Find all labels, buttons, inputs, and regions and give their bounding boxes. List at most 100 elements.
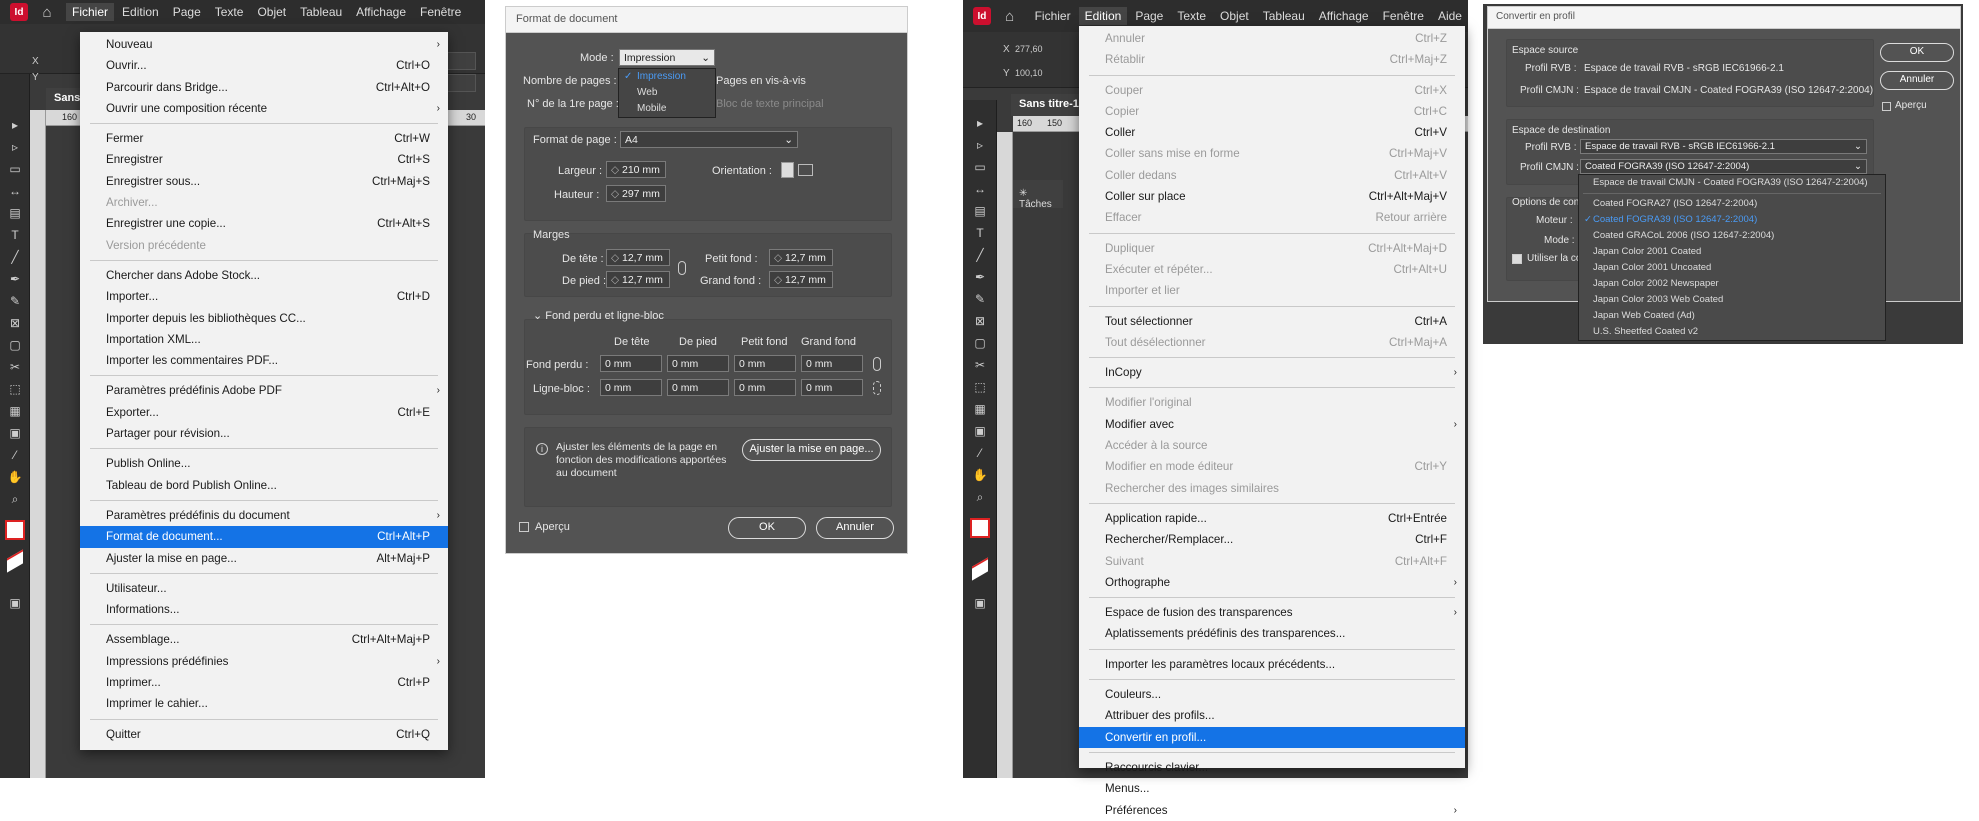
use-checkbox[interactable]	[1512, 254, 1522, 264]
view-mode-icon[interactable]: ▣	[963, 592, 997, 614]
line-tool-icon[interactable]: ╱	[0, 246, 30, 268]
type-tool-icon[interactable]: T	[963, 222, 997, 244]
menu-item-couleurs[interactable]: Couleurs...	[1079, 684, 1465, 705]
profile-option[interactable]: Coated GRACoL 2006 (ISO 12647-2:2004)	[1579, 228, 1885, 244]
note-tool-icon[interactable]: ▣	[0, 422, 30, 444]
bleed-top-input[interactable]: 0 mm	[600, 355, 662, 372]
x-coord-value[interactable]: 277,60	[1015, 44, 1043, 54]
slug-outside-input[interactable]: 0 mm	[801, 379, 863, 396]
menu-aide[interactable]: Aide	[1432, 7, 1468, 25]
width-input[interactable]: ◇ 210 mm	[606, 161, 666, 178]
menu-item-chercher-dans-adobe-stock[interactable]: Chercher dans Adobe Stock...	[80, 265, 448, 286]
type-tool-icon[interactable]: T	[0, 224, 30, 246]
menu-item-exporter[interactable]: Exporter... Ctrl+E	[80, 402, 448, 423]
fill-stroke-icon[interactable]	[963, 508, 997, 548]
menu-item-importation-xml[interactable]: Importation XML...	[80, 329, 448, 350]
content-collector-icon[interactable]: ▤	[0, 202, 30, 224]
menu-item-ajuster-la-mise-en-page[interactable]: Ajuster la mise en page... Alt+Maj+P	[80, 548, 448, 569]
dest-cmyk-select[interactable]: Coated FOGRA39 (ISO 12647-2:2004) ⌄	[1580, 159, 1867, 174]
home-icon[interactable]: ⌂	[1001, 7, 1019, 25]
mode-option-web[interactable]: Web	[619, 85, 715, 101]
profile-option[interactable]: Japan Web Coated (Ad)	[1579, 308, 1885, 324]
direct-selection-icon[interactable]: ▹	[0, 136, 30, 158]
gradient-tool-icon[interactable]: ▦	[0, 400, 30, 422]
menu-item-enregistrer-sous[interactable]: Enregistrer sous... Ctrl+Maj+S	[80, 171, 448, 192]
menu-item-informations[interactable]: Informations...	[80, 599, 448, 620]
profile-option[interactable]: Japan Color 2003 Web Coated	[1579, 292, 1885, 308]
mode-option-mobile[interactable]: Mobile	[619, 101, 715, 117]
menu-item-importer-les-parametres-locaux-precedents[interactable]: Importer les paramètres locaux précédent…	[1079, 654, 1465, 675]
menu-item-fermer[interactable]: Fermer Ctrl+W	[80, 128, 448, 149]
eyedropper-tool-icon[interactable]: ⁄	[0, 444, 30, 466]
scissors-tool-icon[interactable]: ✂	[0, 356, 30, 378]
menu-objet[interactable]: Objet	[1214, 7, 1255, 25]
height-input[interactable]: ◇ 297 mm	[606, 185, 666, 202]
gap-tool-icon[interactable]: ↔	[0, 180, 30, 202]
apply-none-icon[interactable]	[963, 557, 997, 581]
menu-item-format-de-document[interactable]: Format de document... Ctrl+Alt+P	[80, 526, 448, 548]
menu-item-preferences[interactable]: Préférences ›	[1079, 800, 1465, 821]
eyedropper-tool-icon[interactable]: ⁄	[963, 442, 997, 464]
hand-tool-icon[interactable]: ✋	[963, 464, 997, 486]
rectangle-tool-icon[interactable]: ▢	[0, 334, 30, 356]
menu-item-imprimer-le-cahier[interactable]: Imprimer le cahier...	[80, 693, 448, 714]
view-mode-icon[interactable]: ▣	[0, 592, 30, 614]
menu-fenetre[interactable]: Fenêtre	[414, 3, 467, 21]
chevron-down-icon[interactable]: ⌄	[533, 310, 545, 322]
menu-item-imprimer[interactable]: Imprimer... Ctrl+P	[80, 672, 448, 693]
pencil-tool-icon[interactable]: ✎	[963, 288, 997, 310]
link-bleed-icon[interactable]	[873, 357, 881, 371]
direct-selection-icon[interactable]: ▹	[963, 134, 997, 156]
menu-edition[interactable]: Edition	[116, 3, 165, 21]
gradient-tool-icon[interactable]: ▦	[963, 398, 997, 420]
transform-tool-icon[interactable]: ⬚	[0, 378, 30, 400]
mode-select[interactable]: Impression ⌄	[619, 49, 715, 66]
bleed-bottom-input[interactable]: 0 mm	[667, 355, 729, 372]
ok-button[interactable]: OK	[1880, 43, 1954, 62]
cancel-button[interactable]: Annuler	[816, 517, 894, 539]
menu-item-coller[interactable]: Coller Ctrl+V	[1079, 122, 1465, 143]
gap-tool-icon[interactable]: ↔	[963, 178, 997, 200]
bottom-margin-input[interactable]: ◇ 12,7 mm	[606, 271, 670, 288]
menu-item-tableau-de-bord-publish-online[interactable]: Tableau de bord Publish Online...	[80, 475, 448, 496]
landscape-icon[interactable]	[798, 164, 813, 176]
bleed-outside-input[interactable]: 0 mm	[801, 355, 863, 372]
note-tool-icon[interactable]: ▣	[963, 420, 997, 442]
slug-inside-input[interactable]: 0 mm	[734, 379, 796, 396]
transform-tool-icon[interactable]: ⬚	[963, 376, 997, 398]
menu-item-enregistrer[interactable]: Enregistrer Ctrl+S	[80, 149, 448, 170]
profile-option[interactable]: ✓ Coated FOGRA39 (ISO 12647-2:2004)	[1579, 212, 1885, 228]
fill-stroke-icon[interactable]	[0, 510, 30, 550]
menu-item-parcourir-dans-bridge[interactable]: Parcourir dans Bridge... Ctrl+Alt+O	[80, 77, 448, 98]
menu-item-convertir-en-profil[interactable]: Convertir en profil...	[1079, 726, 1465, 748]
menu-page[interactable]: Page	[1129, 7, 1169, 25]
menu-item-utilisateur[interactable]: Utilisateur...	[80, 578, 448, 599]
link-margins-icon[interactable]	[678, 261, 686, 275]
preview-checkbox[interactable]	[519, 522, 529, 532]
menu-fichier[interactable]: Fichier	[1029, 7, 1077, 25]
pen-tool-icon[interactable]: ✒	[0, 268, 30, 290]
y-coord-value[interactable]: 100,10	[1015, 68, 1043, 78]
menu-fichier[interactable]: Fichier	[66, 3, 115, 21]
menu-item-application-rapide[interactable]: Application rapide... Ctrl+Entrée	[1079, 508, 1465, 529]
menu-fenetre[interactable]: Fenêtre	[1377, 7, 1430, 25]
menu-affichage[interactable]: Affichage	[1313, 7, 1375, 25]
ok-button[interactable]: OK	[728, 517, 806, 539]
menu-tableau[interactable]: Tableau	[1257, 7, 1311, 25]
profile-option[interactable]: Japan Color 2001 Uncoated	[1579, 260, 1885, 276]
menu-item-importer[interactable]: Importer... Ctrl+D	[80, 286, 448, 307]
menu-item-importer-les-commentaires-pdf[interactable]: Importer les commentaires PDF...	[80, 350, 448, 371]
menu-item-coller-sur-place[interactable]: Coller sur place Ctrl+Alt+Maj+V	[1079, 186, 1465, 207]
menu-item-aplatissements-predefinis-des-transparences[interactable]: Aplatissements prédéfinis des transparen…	[1079, 623, 1465, 644]
menu-item-parametres-predefinis-adobe-pdf[interactable]: Paramètres prédéfinis Adobe PDF ›	[80, 380, 448, 401]
menu-item-partager-pour-revision[interactable]: Partager pour révision...	[80, 423, 448, 444]
hand-tool-icon[interactable]: ✋	[0, 466, 30, 488]
menu-item-assemblage[interactable]: Assemblage... Ctrl+Alt+Maj+P	[80, 629, 448, 650]
preview-checkbox[interactable]	[1882, 102, 1891, 111]
menu-texte[interactable]: Texte	[209, 3, 250, 21]
menu-item-parametres-predefinis-du-document[interactable]: Paramètres prédéfinis du document ›	[80, 505, 448, 526]
line-tool-icon[interactable]: ╱	[963, 244, 997, 266]
home-icon[interactable]: ⌂	[38, 3, 56, 21]
zoom-tool-icon[interactable]: ⌕	[0, 488, 30, 510]
menu-item-enregistrer-une-copie[interactable]: Enregistrer une copie... Ctrl+Alt+S	[80, 213, 448, 234]
